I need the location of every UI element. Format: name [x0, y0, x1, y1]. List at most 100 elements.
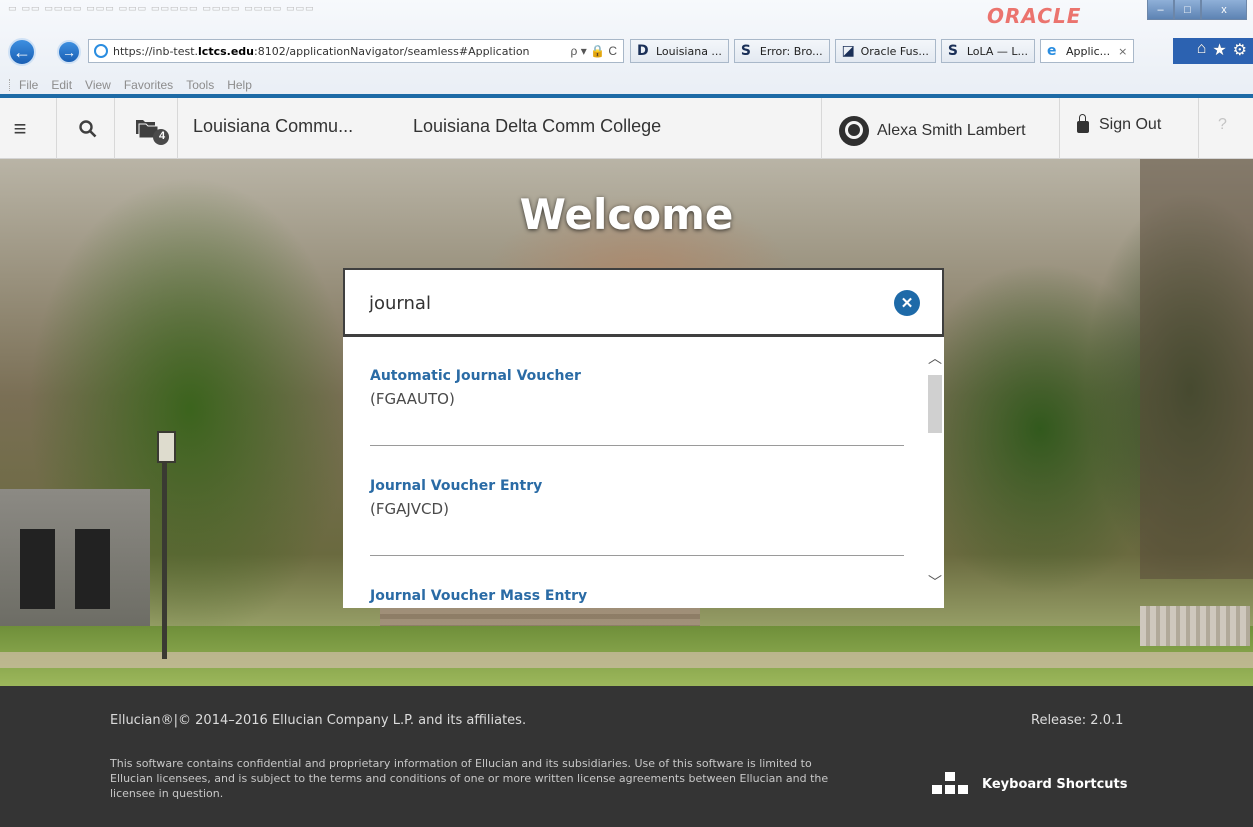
search-input[interactable] [369, 289, 869, 317]
user-menu[interactable]: Alexa Smith Lambert [839, 116, 1026, 146]
result-divider [370, 555, 904, 556]
back-arrow-icon: ← [13, 41, 31, 62]
tab-label: LoLA — L... [966, 44, 1029, 58]
url-prefix: https://inb-test. [113, 44, 199, 58]
tab-lola[interactable]: S LoLA — L... [940, 39, 1036, 63]
minimize-button[interactable]: – [1147, 0, 1174, 20]
tab-error[interactable]: S Error: Bro... [733, 39, 830, 63]
recent-count-badge: 4 [158, 130, 166, 142]
menu-edit[interactable]: Edit [51, 78, 72, 92]
close-icon: ✕ [900, 295, 914, 312]
menu-file[interactable]: File [19, 78, 38, 92]
chevron-down-icon[interactable]: ﹀ [928, 575, 942, 589]
back-button[interactable]: ← [8, 38, 36, 66]
result-name: Journal Voucher Entry [370, 478, 543, 494]
browser-toolbar-icons: ⌂ ★ ⚙ [1197, 40, 1247, 60]
window-close-button[interactable]: x [1201, 0, 1247, 20]
divider [1059, 98, 1060, 159]
tab-close-icon[interactable]: × [1118, 45, 1127, 58]
menu-favorites[interactable]: Favorites [124, 78, 173, 92]
menu-button[interactable]: ≡ [0, 98, 40, 159]
lock-icon [1077, 113, 1089, 133]
result-item[interactable]: Journal Voucher Entry (FGAJVCD) [370, 478, 904, 518]
s-favicon-icon: S [947, 43, 958, 59]
tab-label: Error: Bro... [759, 44, 823, 58]
clear-search-button[interactable]: ✕ [894, 290, 920, 316]
result-code: (FGAJVCD) [370, 500, 449, 518]
keyboard-shortcuts-label: Keyboard Shortcuts [982, 776, 1128, 792]
institution-name[interactable]: Louisiana Commu... [193, 116, 353, 137]
maximize-button[interactable]: □ [1174, 0, 1201, 20]
result-item[interactable]: Journal Voucher Mass Entry [370, 588, 904, 608]
window-controls: – □ x [1147, 0, 1247, 20]
favorites-star-icon[interactable]: ★ [1212, 40, 1226, 60]
browser-menu-bar: File Edit View Favorites Tools Help [0, 76, 265, 94]
results-scrollbar[interactable]: ︿ ﹀ [926, 337, 944, 608]
menu-tools[interactable]: Tools [186, 78, 214, 92]
footer: Ellucian®|© 2014–2016 Ellucian Company L… [0, 686, 1253, 827]
url-suffix: :8102/applicationNavigator/seamless#Appl… [254, 44, 530, 58]
address-tools[interactable]: ρ ▾ 🔒 C [571, 44, 623, 58]
avatar-icon [839, 116, 869, 146]
oracle-favicon-icon: ◪ [841, 43, 855, 59]
copyright-text: Ellucian®|© 2014–2016 Ellucian Company L… [110, 713, 527, 728]
search-results-list: Automatic Journal Voucher (FGAAUTO) Jour… [343, 337, 944, 608]
forward-arrow-icon: → [62, 44, 76, 60]
welcome-heading: Welcome [519, 190, 734, 239]
keyboard-icon [930, 772, 970, 796]
tab-application[interactable]: e Applic... × [1040, 39, 1135, 63]
result-name: Journal Voucher Mass Entry [370, 588, 588, 604]
ie-favicon-icon: e [1047, 43, 1057, 59]
divider [177, 98, 178, 159]
hamburger-icon: ≡ [13, 115, 27, 141]
college-name[interactable]: Louisiana Delta Comm College [413, 116, 661, 137]
sign-out-label: Sign Out [1099, 116, 1162, 133]
tab-strip: D Louisiana ... S Error: Bro... ◪ Oracle Fu… [630, 39, 1139, 63]
lamp-post [157, 431, 176, 659]
menu-view[interactable]: View [85, 78, 111, 92]
search-icon [79, 119, 97, 137]
divider [1198, 98, 1199, 159]
tab-louisiana[interactable]: D Louisiana ... [630, 39, 729, 63]
chevron-up-icon[interactable]: ︿ [928, 351, 942, 365]
search-button[interactable] [75, 98, 101, 159]
browser-chrome: ▭ ▭▭ ▭▭▭▭ ▭▭▭ ▭▭▭ ▭▭▭▭▭ ▭▭▭▭ ▭▭▭▭ ▭▭▭ OR… [0, 0, 1253, 98]
settings-gear-icon[interactable]: ⚙ [1233, 40, 1247, 60]
ie-icon [94, 44, 108, 58]
menu-grip [9, 79, 11, 91]
release-version: Release: 2.0.1 [1031, 713, 1124, 728]
app-header: ≡ 4 Louisiana Commu... Louisiana Delta C… [0, 98, 1253, 159]
address-bar[interactable]: https://inb-test.lctcs.edu:8102/applicat… [88, 39, 624, 63]
tab-oracle[interactable]: ◪ Oracle Fus... [834, 39, 936, 63]
menu-help[interactable]: Help [227, 78, 252, 92]
result-name: Automatic Journal Voucher [370, 368, 581, 384]
title-bar-ghost: ▭ ▭▭ ▭▭▭▭ ▭▭▭ ▭▭▭ ▭▭▭▭▭ ▭▭▭▭ ▭▭▭▭ ▭▭▭ [8, 4, 315, 14]
keyboard-shortcuts-link[interactable]: Keyboard Shortcuts [930, 772, 1127, 796]
result-item[interactable]: Automatic Journal Voucher (FGAAUTO) [370, 368, 904, 408]
divider [821, 98, 822, 159]
user-name: Alexa Smith Lambert [877, 122, 1026, 139]
url-domain: lctcs.edu [198, 44, 254, 58]
building-left [0, 489, 150, 639]
url-text[interactable]: https://inb-test.lctcs.edu:8102/applicat… [113, 45, 571, 58]
tab-label: Louisiana ... [656, 44, 722, 58]
divider [114, 98, 115, 159]
oracle-logo: ORACLE [987, 4, 1082, 28]
s-favicon-icon: S [740, 43, 752, 59]
recently-opened-button[interactable]: 4 [130, 98, 174, 159]
tab-label: Oracle Fus... [860, 44, 929, 58]
d-favicon-icon: D [637, 43, 649, 59]
home-icon[interactable]: ⌂ [1197, 40, 1207, 60]
tab-label: Applic... [1066, 44, 1111, 58]
bench [1140, 606, 1250, 646]
legal-notice: This software contains confidential and … [110, 757, 829, 800]
result-divider [370, 445, 904, 446]
scrollbar-thumb[interactable] [928, 375, 942, 433]
result-code: (FGAAUTO) [370, 390, 455, 408]
path [0, 652, 1253, 668]
forward-button[interactable]: → [57, 40, 81, 64]
search-box: ✕ [343, 268, 944, 337]
divider [56, 98, 57, 159]
sign-out-button[interactable]: Sign Out [1077, 113, 1162, 134]
help-button[interactable]: ? [1218, 116, 1227, 134]
